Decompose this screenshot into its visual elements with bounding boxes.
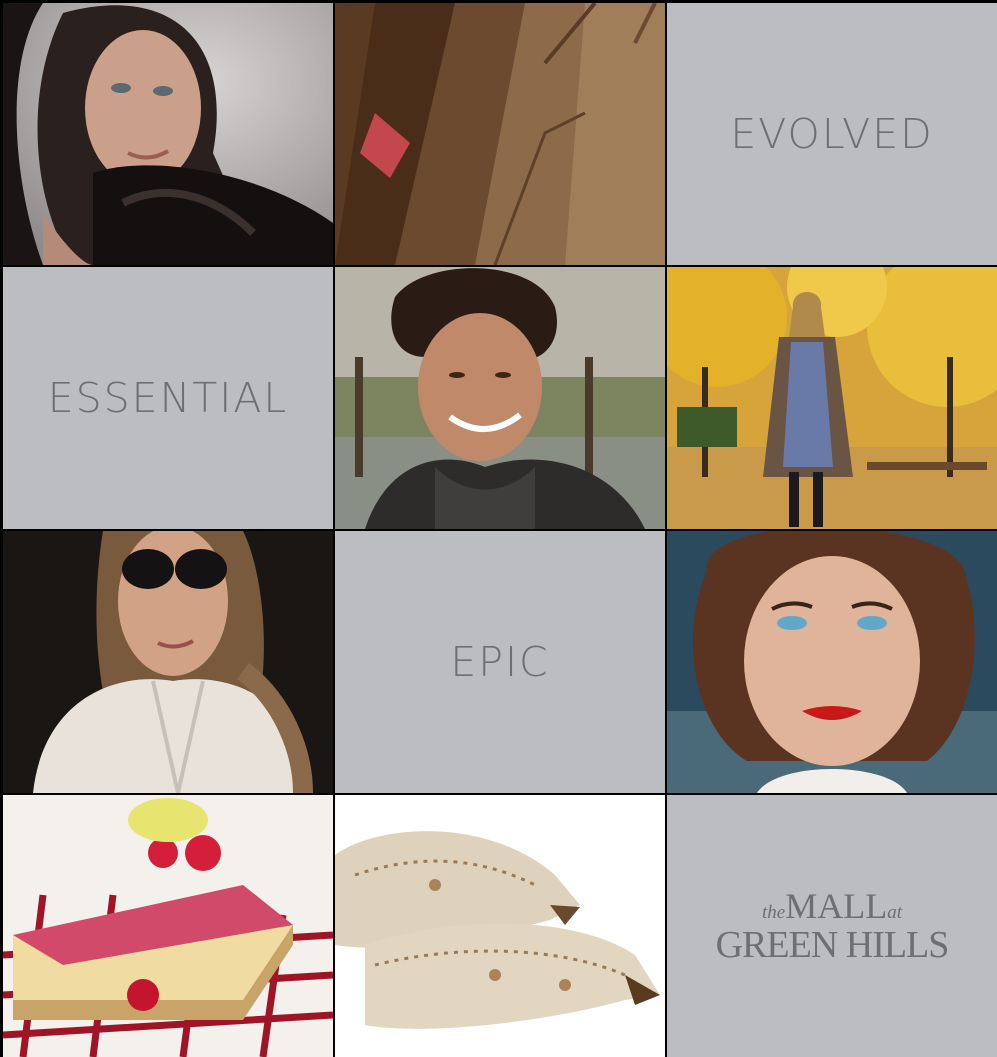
photo-woman-ruffle bbox=[3, 3, 333, 265]
tile-evolved-label: EVOLVED bbox=[730, 110, 934, 158]
logo-mall: MALL bbox=[785, 886, 888, 926]
logo-green-hills: GREEN HILLS bbox=[715, 924, 950, 966]
photo-woman-sunglasses bbox=[3, 531, 333, 793]
mall-logo: theMALLat GREEN HILLS bbox=[715, 886, 950, 966]
photo-embroidered-shoes bbox=[335, 795, 665, 1057]
photo-woman-red-lips bbox=[667, 531, 997, 793]
photo-grid: EVOLVED ESSENTIAL EPIC theMALLat GREEN H… bbox=[3, 3, 997, 1057]
logo-the: the bbox=[762, 902, 786, 923]
tile-essential: ESSENTIAL bbox=[3, 267, 333, 529]
photo-jackets-rack bbox=[335, 3, 665, 265]
photo-smiling-man bbox=[335, 267, 665, 529]
photo-autumn-walk bbox=[667, 267, 997, 529]
tile-essential-label: ESSENTIAL bbox=[47, 374, 289, 422]
tile-evolved: EVOLVED bbox=[667, 3, 997, 265]
logo-at: at bbox=[887, 902, 902, 923]
tile-epic-label: EPIC bbox=[450, 638, 550, 686]
mall-logo-tile: theMALLat GREEN HILLS bbox=[667, 795, 997, 1057]
photo-cheesecake bbox=[3, 795, 333, 1057]
tile-epic: EPIC bbox=[335, 531, 665, 793]
